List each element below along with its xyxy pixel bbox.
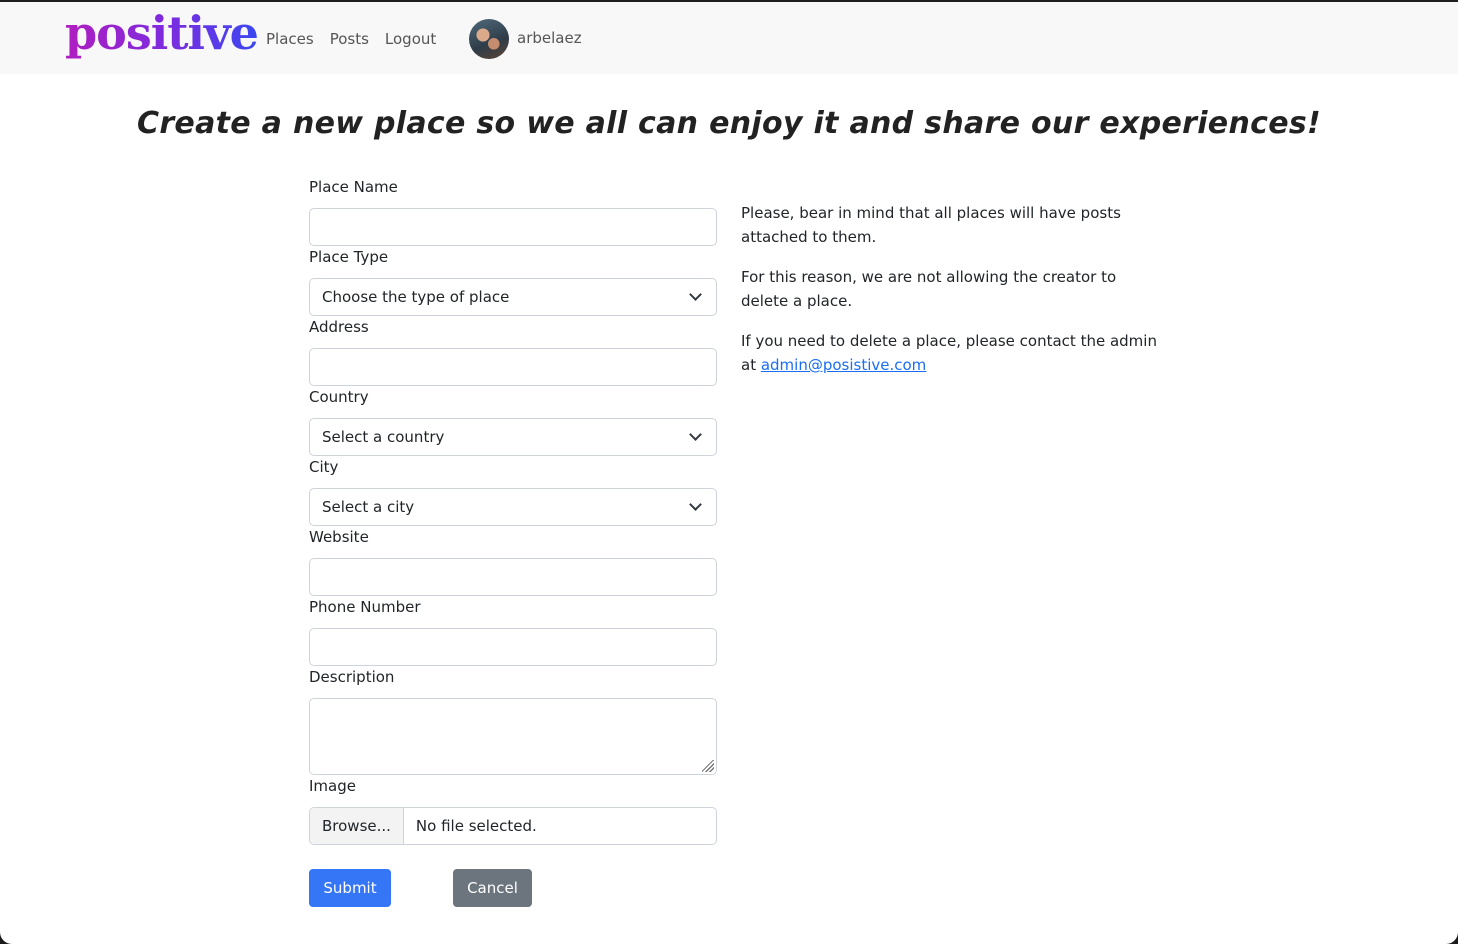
contact-email-link[interactable]: admin@posistive.com: [761, 356, 926, 374]
city-select[interactable]: Select a city: [309, 488, 717, 526]
nav-link-posts[interactable]: Posts: [330, 30, 369, 48]
chevron-down-icon: [689, 498, 702, 511]
info-paragraph: If you need to delete a place, please co…: [741, 329, 1161, 377]
place-name-input[interactable]: [309, 208, 717, 246]
place-name-label: Place Name: [309, 178, 398, 196]
address-label: Address: [309, 318, 369, 336]
user-avatar[interactable]: [469, 19, 509, 59]
browser-window: positive Places Posts Logout arbelaez Cr…: [0, 0, 1458, 944]
nav-link-logout[interactable]: Logout: [385, 30, 436, 48]
place-type-select[interactable]: Choose the type of place: [309, 278, 717, 316]
city-label: City: [309, 458, 339, 476]
info-paragraph: For this reason, we are not allowing the…: [741, 268, 1117, 310]
page-title: Create a new place so we all can enjoy i…: [137, 106, 1321, 141]
submit-button[interactable]: Submit: [309, 869, 391, 907]
phone-label: Phone Number: [309, 598, 421, 616]
nav-links: Places Posts Logout: [266, 30, 452, 48]
info-paragraph: Please, bear in mind that all places wil…: [741, 204, 1121, 246]
chevron-down-icon: [689, 428, 702, 441]
browse-button[interactable]: Browse...: [310, 808, 404, 844]
website-label: Website: [309, 528, 369, 546]
file-status: No file selected.: [415, 817, 537, 835]
address-input[interactable]: [309, 348, 717, 386]
website-input[interactable]: [309, 558, 717, 596]
navbar: positive Places Posts Logout arbelaez: [0, 2, 1458, 74]
phone-input[interactable]: [309, 628, 717, 666]
place-type-label: Place Type: [309, 248, 389, 266]
chevron-down-icon: [689, 288, 702, 301]
info-panel: Please, bear in mind that all places wil…: [741, 201, 1161, 393]
cancel-button[interactable]: Cancel: [453, 869, 532, 907]
username[interactable]: arbelaez: [517, 29, 582, 47]
country-label: Country: [309, 388, 369, 406]
description-label: Description: [309, 668, 395, 686]
description-textarea[interactable]: [309, 698, 717, 775]
image-label: Image: [309, 777, 356, 795]
nav-link-places[interactable]: Places: [266, 30, 314, 48]
country-selected: Select a country: [322, 428, 445, 446]
brand-logo[interactable]: positive: [65, 6, 259, 60]
city-selected: Select a city: [322, 498, 415, 516]
country-select[interactable]: Select a country: [309, 418, 717, 456]
image-file-input[interactable]: Browse... No file selected.: [309, 807, 717, 845]
place-type-selected: Choose the type of place: [322, 288, 510, 306]
resize-handle-icon[interactable]: [702, 760, 714, 772]
